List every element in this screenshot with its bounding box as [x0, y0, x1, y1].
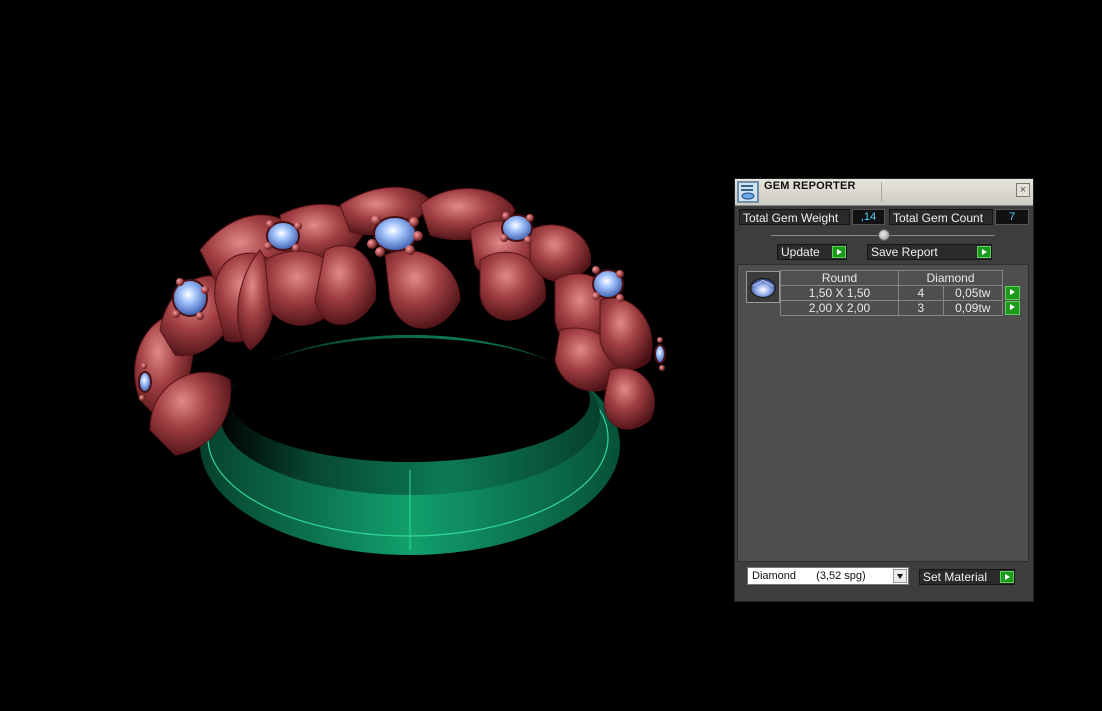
- material-density: (3,52 spg): [816, 570, 866, 582]
- total-gem-weight-value: ,14: [852, 209, 885, 225]
- panel-titlebar[interactable]: GEM REPORTER ×: [735, 179, 1033, 206]
- total-gem-weight-label: Total Gem Weight: [739, 209, 850, 225]
- shape-header: Round: [780, 270, 899, 286]
- play-arrow-icon: [1005, 286, 1020, 300]
- ring-3d-viewport[interactable]: [0, 0, 720, 711]
- collapse-knob-icon[interactable]: [878, 229, 890, 241]
- material-header: Diamond: [898, 270, 1003, 286]
- table-row[interactable]: 1,50 X 1,50 4 0,05tw: [780, 285, 1021, 301]
- total-gem-count-value: 7: [995, 209, 1029, 225]
- total-gem-count-label: Total Gem Count: [889, 209, 993, 225]
- round-gem-icon[interactable]: [746, 271, 780, 303]
- close-icon[interactable]: ×: [1016, 183, 1030, 197]
- gem-size: 1,50 X 1,50: [780, 285, 899, 301]
- row-select-button[interactable]: [1003, 286, 1021, 301]
- gem-count: 4: [898, 285, 944, 301]
- row-select-button[interactable]: [1003, 301, 1021, 316]
- save-report-button[interactable]: Save Report: [867, 244, 992, 260]
- gem-table: Round Diamond 1,50 X 1,50 4 0,05tw 2,00 …: [780, 270, 1021, 316]
- update-button[interactable]: Update: [777, 244, 847, 260]
- gem-reporter-icon: [737, 181, 759, 203]
- set-material-label: Set Material: [923, 570, 988, 584]
- material-name: Diamond: [752, 570, 797, 582]
- play-arrow-icon: [1005, 301, 1020, 315]
- gem-size: 2,00 X 2,00: [780, 300, 899, 316]
- play-arrow-icon: [977, 246, 991, 258]
- panel-title: GEM REPORTER: [764, 180, 856, 192]
- dropdown-arrow-icon[interactable]: [893, 569, 907, 583]
- set-material-button[interactable]: Set Material: [919, 569, 1015, 585]
- gem-reporter-panel: GEM REPORTER × Total Gem Weight ,14 Tota…: [734, 178, 1034, 602]
- table-row[interactable]: 2,00 X 2,00 3 0,09tw: [780, 300, 1021, 316]
- gem-list-area: Round Diamond 1,50 X 1,50 4 0,05tw 2,00 …: [737, 264, 1029, 562]
- title-separator: [881, 182, 882, 202]
- play-arrow-icon: [832, 246, 846, 258]
- play-arrow-icon: [1000, 571, 1014, 583]
- gem-weight: 0,05tw: [942, 285, 1004, 301]
- update-label: Update: [781, 245, 820, 259]
- ring-shank: [200, 335, 620, 555]
- material-select[interactable]: Diamond (3,52 spg): [747, 567, 909, 585]
- save-report-label: Save Report: [871, 245, 938, 259]
- gem-count: 3: [898, 300, 944, 316]
- gem-weight: 0,09tw: [942, 300, 1004, 316]
